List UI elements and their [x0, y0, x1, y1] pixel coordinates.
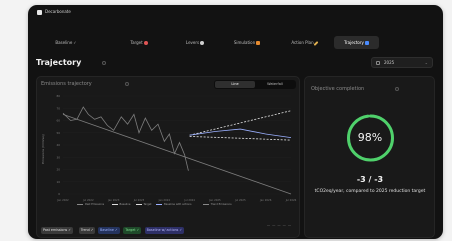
y-axis-label: Emissions (tCO2eq) — [41, 134, 45, 164]
app-logo-icon — [37, 10, 42, 15]
x-tick-label: Jul 2024 — [183, 198, 195, 202]
page-title: Trajectory — [36, 58, 82, 67]
completion-target-text: tCO2eq/year, compared to 2025 reduction … — [314, 189, 426, 194]
y-tick-label: 20 — [56, 168, 60, 172]
legend-item: Baseline — [111, 203, 131, 206]
nav-item-label: Target — [130, 40, 143, 45]
calendar-icon — [376, 61, 380, 65]
legend-label: Past Emissions — [85, 203, 105, 206]
year-select[interactable]: 2025 ⌄ — [371, 57, 433, 68]
app-window: Decarbonate Baseline✓ Target Levers Simu… — [28, 5, 443, 239]
series-line-target — [189, 136, 292, 141]
filter-chip-label: Past emissions — [43, 228, 68, 232]
x-axis-ticks: Jan 2022 Jul 2022 Jan 2023 Jul 2023 Jan 2024… — [56, 198, 296, 202]
main-nav: Baseline✓ Target Levers Simulation Actio… — [36, 36, 438, 49]
filter-chip-label: Target — [125, 228, 136, 232]
series-line-past-emissions — [62, 106, 189, 171]
x-tick-label: Jan 2022 — [56, 198, 69, 202]
y-tick-label: 80 — [56, 94, 60, 98]
legend-swatch — [111, 203, 118, 205]
legend-item: Past Emissions — [77, 203, 104, 206]
chart-legend: Past Emissions Baseline Target Baseline wit… — [77, 203, 297, 209]
objective-panel: Objective completion 98% -3 / -3 tCO2eq/… — [304, 76, 435, 238]
legend-swatch — [135, 203, 142, 205]
check-icon: ✓ — [73, 40, 77, 45]
legend-label: Baseline — [119, 203, 131, 206]
nav-item-label: Baseline — [55, 40, 73, 45]
nav-item-trajectory[interactable]: Trajectory — [334, 36, 379, 49]
nav-item-label: Levers — [185, 40, 200, 45]
completion-ratio: -3 / -3 — [356, 175, 384, 184]
x-tick-label: Jul 2023 — [133, 198, 145, 202]
legend-item: Target — [135, 203, 152, 206]
nav-item-action-plan[interactable]: Action Plan — [278, 36, 330, 49]
filter-chip-baseline[interactable]: Baseline✓ — [97, 227, 120, 234]
info-icon[interactable] — [102, 61, 106, 65]
check-icon: ✓ — [90, 228, 94, 232]
filter-chip-target[interactable]: Target✓ — [123, 227, 142, 234]
y-tick-label: 60 — [56, 119, 60, 123]
y-tick-label: 40 — [56, 143, 60, 147]
nav-item-simulation[interactable]: Simulation — [221, 36, 273, 49]
filter-chip-label: Trend — [80, 228, 90, 232]
y-tick-label: 30 — [56, 155, 60, 159]
x-tick-label: Jan 2025 — [208, 198, 221, 202]
filter-chip-past-emissions[interactable]: Past emissions✓ — [41, 227, 74, 234]
legend-label: Trend Emissions — [210, 203, 232, 206]
trend-icon — [364, 41, 369, 45]
check-icon: ✓ — [136, 228, 140, 232]
completion-ring — [347, 114, 394, 162]
y-tick-label: 10 — [56, 180, 60, 184]
y-tick-label: 70 — [56, 106, 60, 110]
trajectory-panel: Emissions trajectory Line Waterfall 0 10 2… — [36, 76, 300, 238]
nav-item-baseline[interactable]: Baseline✓ — [40, 36, 92, 49]
nav-item-label: Trajectory — [344, 40, 364, 45]
x-tick-label: Jul 2025 — [234, 198, 246, 202]
year-select-value: 2025 — [384, 60, 395, 65]
legend-swatch — [77, 203, 83, 205]
chart-grid — [63, 95, 291, 195]
filter-chip-baseline-w-actions[interactable]: Baseline w/ actions✓ — [144, 227, 185, 234]
title-bar: Decarbonate — [28, 5, 443, 21]
chevron-down-icon: ⌄ — [424, 60, 428, 65]
emissions-trajectory-chart: 01020304050607080 Jan 2022 Jul 2022 Jan 20… — [41, 94, 297, 202]
filter-chip-label: Baseline — [99, 228, 114, 232]
y-tick-label: 50 — [56, 131, 60, 135]
gear-icon — [200, 41, 205, 45]
nav-item-levers[interactable]: Levers — [169, 36, 221, 49]
completion-percent: 98% — [357, 131, 383, 144]
chart-icon — [256, 41, 261, 45]
check-icon: ✓ — [68, 228, 72, 232]
legend-swatch — [156, 203, 162, 205]
x-tick-label: Jul 2026 — [285, 198, 297, 202]
x-tick-label: Jan 2024 — [158, 198, 171, 202]
app-title: Decarbonate — [45, 9, 71, 14]
dart-icon — [143, 41, 148, 45]
legend-swatch — [202, 203, 209, 205]
nav-item-label: Action Plan — [291, 40, 314, 45]
x-tick-label: Jan 2023 — [107, 198, 120, 202]
filter-chip-trend[interactable]: Trend✓ — [78, 227, 96, 234]
filter-chip-label: Baseline w/ actions — [146, 228, 179, 232]
x-tick-label: Jul 2022 — [82, 198, 94, 202]
y-axis-ticks: 0 10 20 30 40 50 60 70 80 — [56, 94, 60, 196]
series-line-baseline-with-actions — [189, 128, 292, 139]
legend-item: Baseline with actions — [156, 203, 191, 206]
legend-item: Trend Emissions — [202, 203, 232, 206]
legend-label: Baseline with actions — [164, 203, 192, 206]
y-tick-label: 0 — [58, 192, 60, 196]
nav-item-target[interactable]: Target — [113, 36, 165, 49]
check-icon: ✓ — [114, 228, 118, 232]
legend-label: Target — [143, 203, 152, 206]
divider — [267, 225, 291, 226]
check-icon: ✓ — [179, 228, 183, 232]
x-tick-label: Jan 2026 — [259, 198, 272, 202]
series-line-baseline — [189, 110, 292, 136]
nav-item-label: Simulation — [233, 40, 256, 45]
chart-series — [62, 106, 292, 195]
series-line-trend-emissions — [62, 114, 292, 195]
